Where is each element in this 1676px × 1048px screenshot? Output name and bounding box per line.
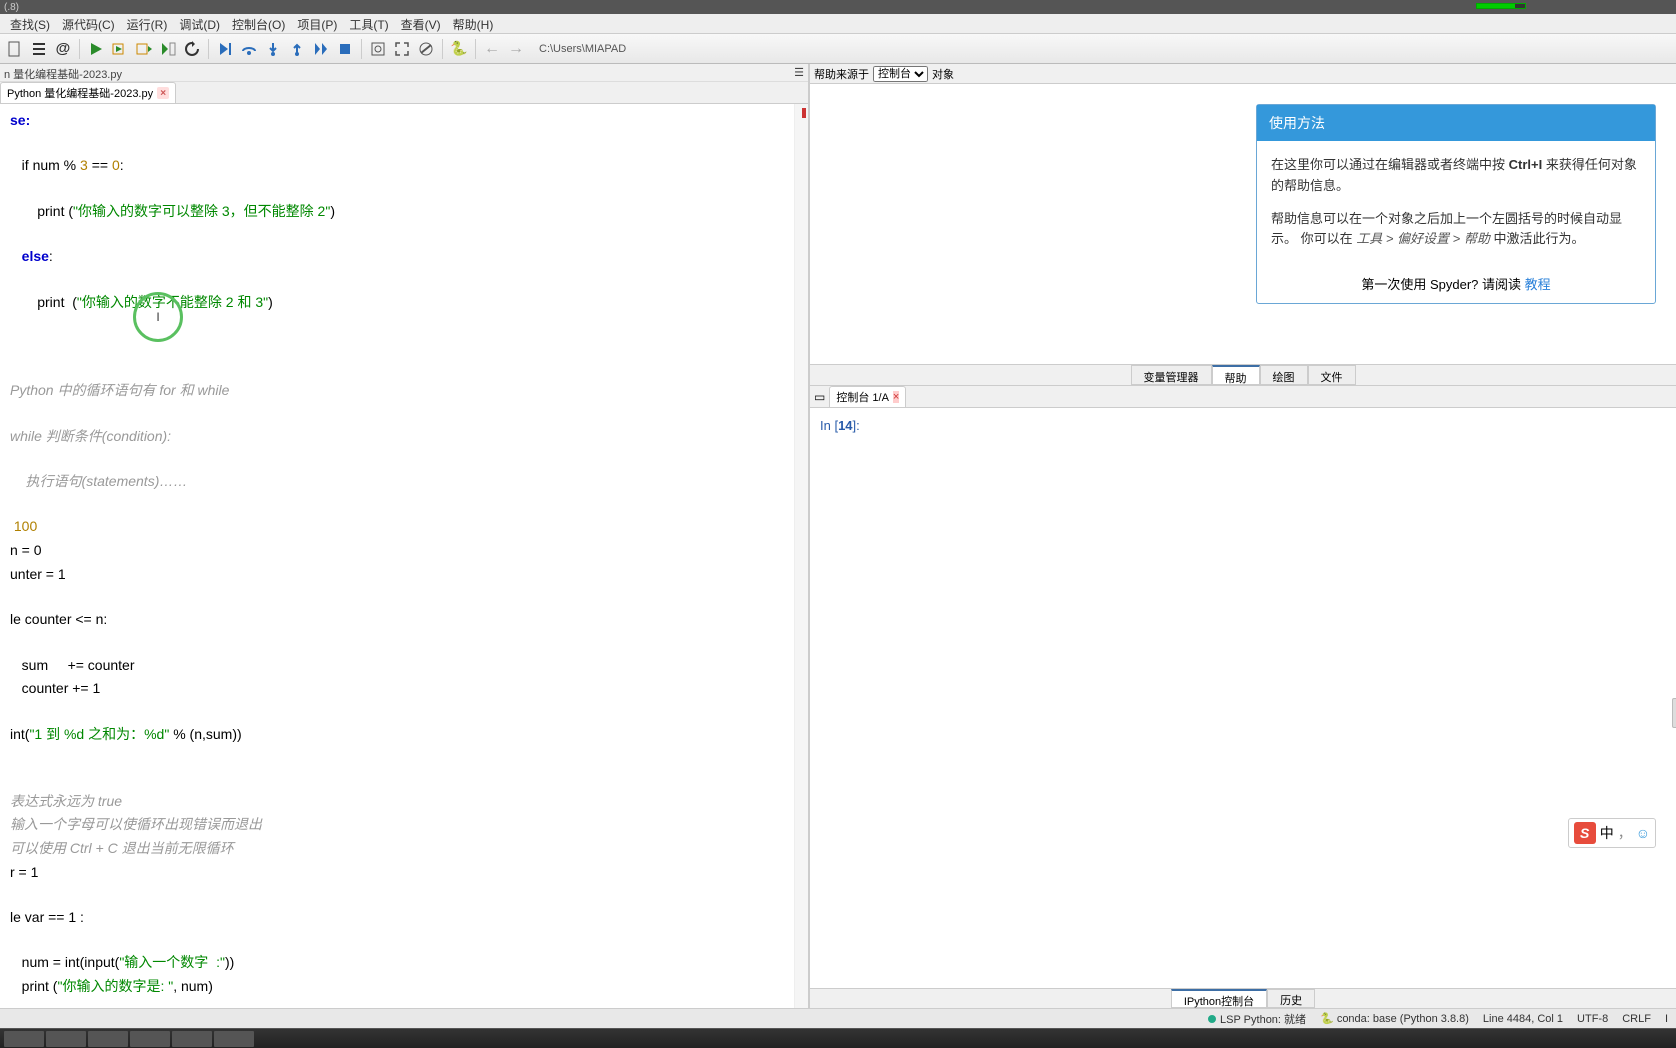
progress-indicator [1476, 3, 1526, 9]
menu-debug[interactable]: 调试(D) [173, 14, 226, 33]
taskbar-item[interactable] [130, 1031, 170, 1047]
status-bar: LSP Python: 就绪 🐍 conda: base (Python 3.8… [0, 1008, 1676, 1028]
status-line: Line 4484, Col 1 [1483, 1013, 1563, 1025]
help-body: 使用方法 在这里你可以通过在编辑器或者终端中按 Ctrl+I 来获得任何对象的帮… [810, 84, 1676, 364]
right-pane: 帮助来源于 控制台 对象 使用方法 在这里你可以通过在编辑器或者终端中按 Ctr… [810, 64, 1676, 1008]
editor-tab[interactable]: Python 量化编程基础-2023.py × [0, 82, 176, 103]
console-tab[interactable]: 控制台 1/A × [829, 386, 906, 408]
continue-icon[interactable] [310, 38, 332, 60]
stop-icon[interactable] [334, 38, 356, 60]
step-into-icon[interactable] [262, 38, 284, 60]
scroll-indicator[interactable] [794, 104, 808, 1008]
at-icon[interactable]: @ [52, 38, 74, 60]
restart-icon[interactable] [181, 38, 203, 60]
list-icon[interactable] [28, 38, 50, 60]
help-header: 帮助来源于 控制台 对象 [810, 64, 1676, 84]
status-eol: CRLF [1622, 1013, 1651, 1025]
title-fragment: (.8) [4, 2, 19, 13]
run-selection-icon[interactable] [157, 38, 179, 60]
debug-play-icon[interactable] [214, 38, 236, 60]
ime-face-icon[interactable]: ☺ [1636, 825, 1650, 841]
step-over-icon[interactable] [238, 38, 260, 60]
ime-indicator[interactable]: S 中 ， ☺ [1568, 818, 1656, 848]
step-out-icon[interactable] [286, 38, 308, 60]
console-pane-tabs: IPython控制台 历史 [810, 988, 1676, 1008]
menu-tools[interactable]: 工具(T) [343, 14, 394, 33]
main-area: n 量化编程基础-2023.py ☰ Python 量化编程基础-2023.py… [0, 64, 1676, 1008]
tab-history[interactable]: 历史 [1267, 989, 1315, 1008]
status-extra: I [1665, 1013, 1668, 1025]
title-bar: (.8) [0, 0, 1676, 14]
menu-bar: 查找(S) 源代码(C) 运行(R) 调试(D) 控制台(O) 项目(P) 工具… [0, 14, 1676, 34]
tab-variables[interactable]: 变量管理器 [1131, 365, 1212, 385]
console-prompt: In [14]: [820, 418, 860, 433]
cursor-highlight: I [133, 292, 183, 342]
pane-menu-icon[interactable]: ☰ [794, 66, 804, 79]
tab-ipython[interactable]: IPython控制台 [1171, 989, 1267, 1008]
editor-tabs: Python 量化编程基础-2023.py × [0, 82, 808, 104]
settings-icon[interactable] [415, 38, 437, 60]
code-editor[interactable]: se: if num % 3 == 0: print ("你输入的数字可以整除 … [0, 104, 808, 1008]
tab-plot[interactable]: 绘图 [1260, 365, 1308, 385]
path-display: C:\Users\MIAPAD [539, 43, 626, 55]
help-source-select[interactable]: 控制台 [873, 66, 928, 82]
help-source-label: 帮助来源于 [814, 66, 869, 82]
python-icon[interactable]: 🐍 [448, 38, 470, 60]
menu-search[interactable]: 查找(S) [4, 14, 56, 33]
help-card-body: 在这里你可以通过在编辑器或者终端中按 Ctrl+I 来获得任何对象的帮助信息。 … [1257, 141, 1655, 264]
nav-back-icon[interactable]: ← [481, 38, 503, 60]
right-pane-tabs: 变量管理器 帮助 绘图 文件 [810, 364, 1676, 386]
ime-punct[interactable]: ， [1618, 823, 1632, 843]
breadcrumb: n 量化编程基础-2023.py ☰ [0, 64, 808, 82]
taskbar-item[interactable] [88, 1031, 128, 1047]
taskbar-item[interactable] [46, 1031, 86, 1047]
status-lsp: LSP Python: 就绪 [1208, 1011, 1306, 1027]
console-new-icon[interactable]: ▭ [814, 390, 825, 404]
taskbar-item[interactable] [214, 1031, 254, 1047]
help-object-label: 对象 [932, 66, 954, 82]
console-tabs: ▭ 控制台 1/A × [810, 386, 1676, 408]
os-taskbar[interactable] [0, 1028, 1676, 1048]
split-handle[interactable] [1672, 698, 1676, 728]
taskbar-item[interactable] [172, 1031, 212, 1047]
run-cell-icon[interactable] [109, 38, 131, 60]
code-comment: Python 中的循环语句有 for 和 while [10, 382, 229, 398]
nav-forward-icon[interactable]: → [505, 38, 527, 60]
ime-lang[interactable]: 中 [1600, 823, 1614, 843]
help-card-footer: 第一次使用 Spyder? 请阅读 教程 [1257, 264, 1655, 303]
find-icon[interactable] [367, 38, 389, 60]
new-file-icon[interactable] [4, 38, 26, 60]
code-line: se: [10, 112, 30, 128]
help-card: 使用方法 在这里你可以通过在编辑器或者终端中按 Ctrl+I 来获得任何对象的帮… [1256, 104, 1656, 304]
fullscreen-icon[interactable] [391, 38, 413, 60]
close-console-icon[interactable]: × [893, 391, 899, 403]
menu-run[interactable]: 运行(R) [121, 14, 174, 33]
console-tab-label: 控制台 1/A [836, 389, 889, 405]
editor-pane: n 量化编程基础-2023.py ☰ Python 量化编程基础-2023.py… [0, 64, 810, 1008]
toolbar: @ 🐍 ← → C:\Users\MIAPAD [0, 34, 1676, 64]
menu-project[interactable]: 项目(P) [291, 14, 343, 33]
menu-help[interactable]: 帮助(H) [447, 14, 500, 33]
status-conda: 🐍 conda: base (Python 3.8.8) [1320, 1012, 1469, 1025]
status-encoding: UTF-8 [1577, 1013, 1608, 1025]
sogou-icon: S [1574, 822, 1596, 844]
tutorial-link[interactable]: 教程 [1525, 277, 1551, 292]
tab-files[interactable]: 文件 [1308, 365, 1356, 385]
crumb-text: n 量化编程基础-2023.py [4, 69, 122, 81]
ipython-console[interactable]: In [14]: [810, 408, 1676, 988]
taskbar-item[interactable] [4, 1031, 44, 1047]
menu-view[interactable]: 查看(V) [395, 14, 447, 33]
run-icon[interactable] [85, 38, 107, 60]
tab-label: Python 量化编程基础-2023.py [7, 85, 153, 101]
menu-console[interactable]: 控制台(O) [226, 14, 291, 33]
run-cell-advance-icon[interactable] [133, 38, 155, 60]
tab-help[interactable]: 帮助 [1212, 365, 1260, 385]
menu-source[interactable]: 源代码(C) [56, 14, 121, 33]
close-tab-icon[interactable]: × [157, 87, 169, 99]
help-card-title: 使用方法 [1257, 105, 1655, 141]
